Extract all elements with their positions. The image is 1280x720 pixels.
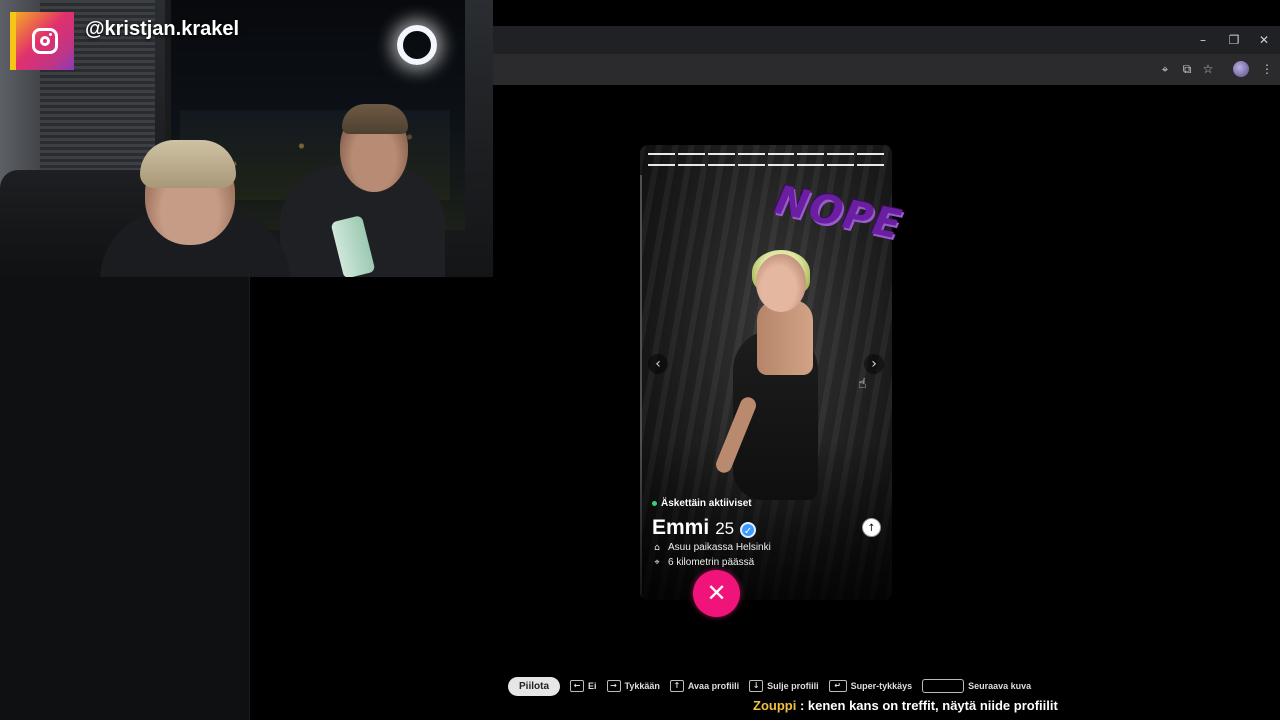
photo-progress-segment	[827, 164, 855, 166]
menu-icon[interactable]: ⋮	[1258, 61, 1276, 77]
photo-progress-bar	[648, 153, 884, 155]
previous-photo-icon[interactable]: ‹	[648, 354, 668, 374]
profile-avatar[interactable]	[1233, 61, 1249, 77]
streamer-2-hair	[342, 104, 408, 134]
chat-text: kenen kans on treffit, näytä niide profi…	[807, 698, 1058, 713]
down-arrow-key-icon: ↓	[749, 680, 764, 692]
photo-progress-segment	[767, 153, 795, 155]
verified-badge-icon: ✓	[740, 522, 757, 538]
mouse-cursor-icon: ☝	[858, 376, 867, 392]
photo-progress-segment	[857, 164, 884, 166]
instagram-icon	[32, 28, 58, 54]
next-photo-icon[interactable]: ›	[864, 354, 884, 374]
hint-next-photo: Seuraava kuva	[922, 679, 1031, 693]
hint-open-profile: ↑ Avaa profiili	[669, 680, 740, 692]
hint-like-label: Tykkään	[624, 681, 660, 691]
photo-progress-segment	[857, 153, 884, 155]
chat-message: Zouppi : kenen kans on treffit, näytä ni…	[753, 698, 1058, 713]
enter-key-icon: ↵	[828, 680, 847, 692]
activity-label: Äskettäin aktiiviset	[661, 498, 752, 509]
home-icon: ⌂	[654, 542, 660, 553]
hint-nope-label: Ei	[588, 681, 597, 691]
photo-progress-segment	[648, 164, 675, 166]
hint-super-like-label: Super-tykkäys	[850, 681, 913, 691]
ring-light	[397, 25, 437, 65]
keyboard-shortcuts: Piilota ← Ei → Tykkään ↑ Avaa profiili ↓…	[508, 676, 1031, 696]
streamer-1-hair	[140, 140, 236, 188]
photo-progress-segment	[737, 153, 765, 155]
close-icon[interactable]: ✕	[1253, 30, 1275, 50]
minimize-icon[interactable]: –	[1192, 30, 1214, 50]
hint-open-profile-label: Avaa profiili	[687, 681, 740, 691]
online-dot-icon	[652, 501, 657, 506]
nope-button[interactable]: ✕	[693, 570, 740, 617]
up-arrow-key-icon: ↑	[669, 680, 684, 692]
distance-text: 6 kilometrin päässä	[668, 557, 755, 568]
photo-progress-segment	[827, 153, 855, 155]
webcam-overlay: @kristjan.krakel	[0, 0, 493, 277]
photo-progress-segment	[767, 164, 795, 166]
browser-tab-strip	[493, 26, 1280, 54]
photo-progress-segment	[677, 153, 705, 155]
instagram-handle: @kristjan.krakel	[85, 18, 240, 40]
side-panel	[0, 277, 250, 720]
photo-progress-segment	[797, 164, 825, 166]
photo-progress-bar-2	[648, 164, 884, 166]
photo-progress-segment	[677, 164, 705, 166]
open-profile-button[interactable]: ↑	[862, 518, 881, 537]
photo-progress-segment	[707, 153, 735, 155]
profile-photo-face	[756, 254, 806, 312]
profile-age: 25	[715, 519, 735, 538]
right-arrow-key-icon: →	[606, 680, 621, 692]
install-app-icon[interactable]: ⧉	[1178, 61, 1196, 77]
restore-icon[interactable]: ❐	[1223, 30, 1245, 50]
location-pin-icon: ⌖	[654, 557, 660, 568]
hide-button[interactable]: Piilota	[508, 676, 561, 696]
hint-next-photo-label: Seuraava kuva	[968, 681, 1032, 691]
profile-name: Emmi	[652, 516, 710, 539]
photo-progress-segment	[737, 164, 765, 166]
left-arrow-key-icon: ←	[570, 680, 585, 692]
hint-like: → Tykkään	[606, 680, 660, 692]
profile-distance: ⌖ 6 kilometrin päässä	[652, 557, 754, 568]
profile-location: ⌂ Asuu paikassa Helsinki	[652, 542, 771, 553]
location-icon[interactable]: ⌖	[1156, 61, 1174, 77]
lives-in-text: Asuu paikassa Helsinki	[668, 542, 771, 553]
star-icon[interactable]: ☆	[1199, 61, 1217, 77]
activity-status: Äskettäin aktiiviset	[652, 498, 752, 509]
hint-nope: ← Ei	[570, 680, 597, 692]
photo-progress-segment	[648, 153, 675, 155]
chat-username: Zouppi	[753, 698, 797, 713]
chat-separator: :	[796, 698, 808, 713]
hint-close-profile-label: Sulje profiili	[767, 681, 819, 691]
profile-name-row: Emmi 25 ✓	[652, 516, 757, 540]
instagram-logo	[16, 12, 74, 70]
instagram-badge	[10, 12, 74, 70]
hint-close-profile: ↓ Sulje profiili	[749, 680, 819, 692]
photo-progress-segment	[797, 153, 825, 155]
space-key-icon	[922, 679, 965, 693]
hint-super-like: ↵ Super-tykkäys	[828, 680, 913, 692]
photo-progress-segment	[707, 164, 735, 166]
